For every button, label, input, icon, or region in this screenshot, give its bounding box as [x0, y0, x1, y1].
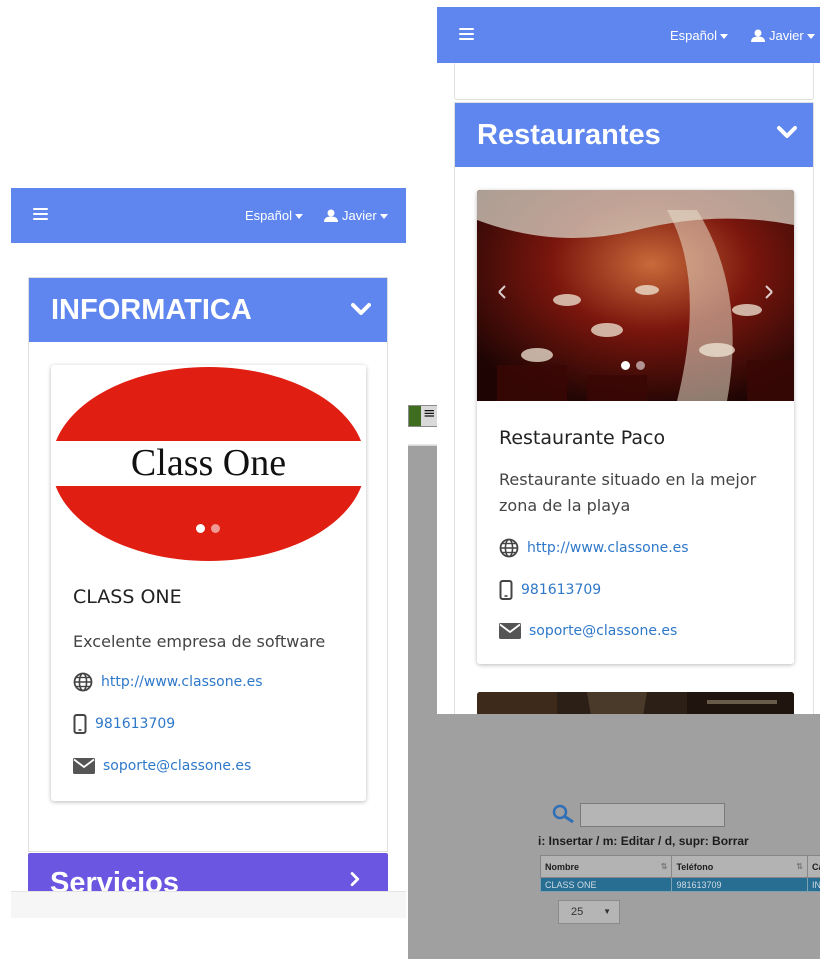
website-row[interactable]: http://www.classone.es	[499, 537, 689, 559]
category-title: Restaurantes	[477, 119, 661, 151]
website-row[interactable]: http://www.classone.es	[73, 671, 263, 693]
card-description-line: zona de la playa	[499, 496, 631, 515]
chevron-down-icon[interactable]	[777, 125, 797, 139]
carousel[interactable]: Class One	[51, 365, 366, 563]
previous-panel-end	[454, 63, 814, 100]
envelope-icon	[73, 758, 95, 774]
admin-table: Nombre ⇅ Teléfono ⇅ Ca CLASS ONE 981613709…	[539, 855, 820, 892]
user-name: Javier	[769, 28, 804, 43]
card-description: Restaurante situado en la mejor zona de …	[499, 467, 756, 519]
caret-down-icon	[379, 214, 388, 220]
carousel-dot[interactable]	[636, 361, 645, 370]
admin-toolbar-fragment: ≡	[408, 404, 440, 427]
mobile-phone-icon	[499, 580, 513, 600]
carousel[interactable]	[477, 190, 794, 401]
phone-link[interactable]: 981613709	[95, 716, 175, 732]
column-header-categoria[interactable]: Ca	[806, 855, 820, 878]
email-row[interactable]: soporte@classone.es	[73, 755, 251, 777]
table-row[interactable]: CLASS ONE 981613709 IN	[539, 877, 820, 892]
bottom-bar	[11, 891, 406, 918]
carousel-indicators	[621, 361, 645, 370]
category-header[interactable]: Restaurantes	[455, 103, 813, 167]
table-header-row: Nombre ⇅ Teléfono ⇅ Ca	[539, 855, 820, 878]
caret-down-icon	[294, 214, 303, 220]
category-panel: INFORMATICA Class One CLASS ONE Excelent…	[28, 277, 388, 852]
mobile-screen-right: Español Javier Restaurantes Restaurante …	[437, 7, 820, 714]
card-description-line: Restaurante situado en la mejor	[499, 470, 757, 489]
language-label: Español	[670, 28, 717, 43]
envelope-icon	[499, 623, 521, 639]
carousel-dot[interactable]	[196, 524, 205, 533]
globe-icon	[499, 538, 519, 558]
next-card-photo	[477, 692, 794, 714]
card-title: CLASS ONE	[73, 586, 182, 608]
category-header-servicios[interactable]: Servicios	[28, 853, 388, 893]
carousel-indicators	[196, 524, 220, 533]
phone-row[interactable]: 981613709	[499, 579, 601, 601]
sort-icon[interactable]: ⇅	[796, 862, 803, 871]
card-description: Excelente empresa de software	[73, 632, 326, 651]
admin-search-input[interactable]	[580, 803, 725, 827]
caret-down-icon	[806, 34, 815, 40]
sort-icon[interactable]: ⇅	[661, 862, 668, 871]
email-link[interactable]: soporte@classone.es	[103, 758, 251, 774]
table-cell: CLASS ONE	[539, 877, 673, 892]
language-dropdown[interactable]: Español	[245, 208, 303, 223]
composite-screenshot: ≡ i: Insertar / m: Editar / d, supr: Bor…	[0, 0, 820, 959]
table-cell: IN	[806, 877, 820, 892]
user-icon	[751, 29, 765, 42]
top-navbar: Español Javier	[11, 188, 406, 243]
chevron-down-icon: ▼	[603, 907, 611, 916]
column-label: Nombre	[545, 861, 580, 872]
admin-menu-icon[interactable]: ≡	[423, 404, 436, 422]
phone-row[interactable]: 981613709	[73, 713, 175, 735]
website-link[interactable]: http://www.classone.es	[101, 674, 263, 690]
column-header-nombre[interactable]: Nombre ⇅	[539, 855, 673, 878]
next-business-card[interactable]	[477, 692, 794, 714]
category-panel: Restaurantes Restaurante Paco Restaurant…	[454, 102, 814, 714]
user-icon	[324, 209, 338, 222]
category-title: INFORMATICA	[51, 294, 252, 326]
language-dropdown[interactable]: Español	[670, 28, 728, 43]
hamburger-icon[interactable]	[33, 208, 48, 220]
user-name: Javier	[342, 208, 377, 223]
carousel-dot[interactable]	[621, 361, 630, 370]
mobile-phone-icon	[73, 714, 87, 734]
logo-text: Class One	[130, 442, 287, 484]
chevron-down-icon[interactable]	[351, 302, 371, 316]
top-navbar: Español Javier	[437, 7, 820, 63]
email-row[interactable]: soporte@classone.es	[499, 620, 677, 642]
business-card[interactable]: Class One CLASS ONE Excelente empresa de…	[51, 365, 366, 801]
column-header-telefono[interactable]: Teléfono ⇅	[671, 855, 808, 878]
caret-down-icon	[719, 34, 728, 40]
hamburger-icon[interactable]	[459, 28, 474, 40]
phone-link[interactable]: 981613709	[521, 582, 601, 598]
category-title: Servicios	[50, 867, 179, 893]
keyboard-shortcuts-hint: i: Insertar / m: Editar / d, supr: Borra…	[538, 834, 749, 848]
email-link[interactable]: soporte@classone.es	[529, 623, 677, 639]
website-link[interactable]: http://www.classone.es	[527, 540, 689, 556]
page-size-value: 25	[571, 906, 584, 918]
column-label: Teléfono	[676, 861, 714, 872]
admin-toolbar-swatch	[409, 406, 421, 426]
chevron-right-icon[interactable]	[350, 867, 364, 887]
user-menu[interactable]: Javier	[751, 28, 815, 43]
search-icon[interactable]	[551, 804, 575, 824]
user-menu[interactable]: Javier	[324, 208, 388, 223]
card-title: Restaurante Paco	[499, 427, 666, 449]
business-card[interactable]: Restaurante Paco Restaurante situado en …	[477, 190, 794, 664]
carousel-dot[interactable]	[211, 524, 220, 533]
table-cell: 981613709	[671, 877, 808, 892]
column-label: Ca	[811, 861, 820, 872]
mobile-screen-left: Español Javier INFORMATICA Class One CLA…	[11, 188, 406, 918]
page-size-select[interactable]: 25 ▼	[558, 900, 620, 924]
globe-icon	[73, 672, 93, 692]
category-header[interactable]: INFORMATICA	[29, 278, 387, 342]
language-label: Español	[245, 208, 292, 223]
